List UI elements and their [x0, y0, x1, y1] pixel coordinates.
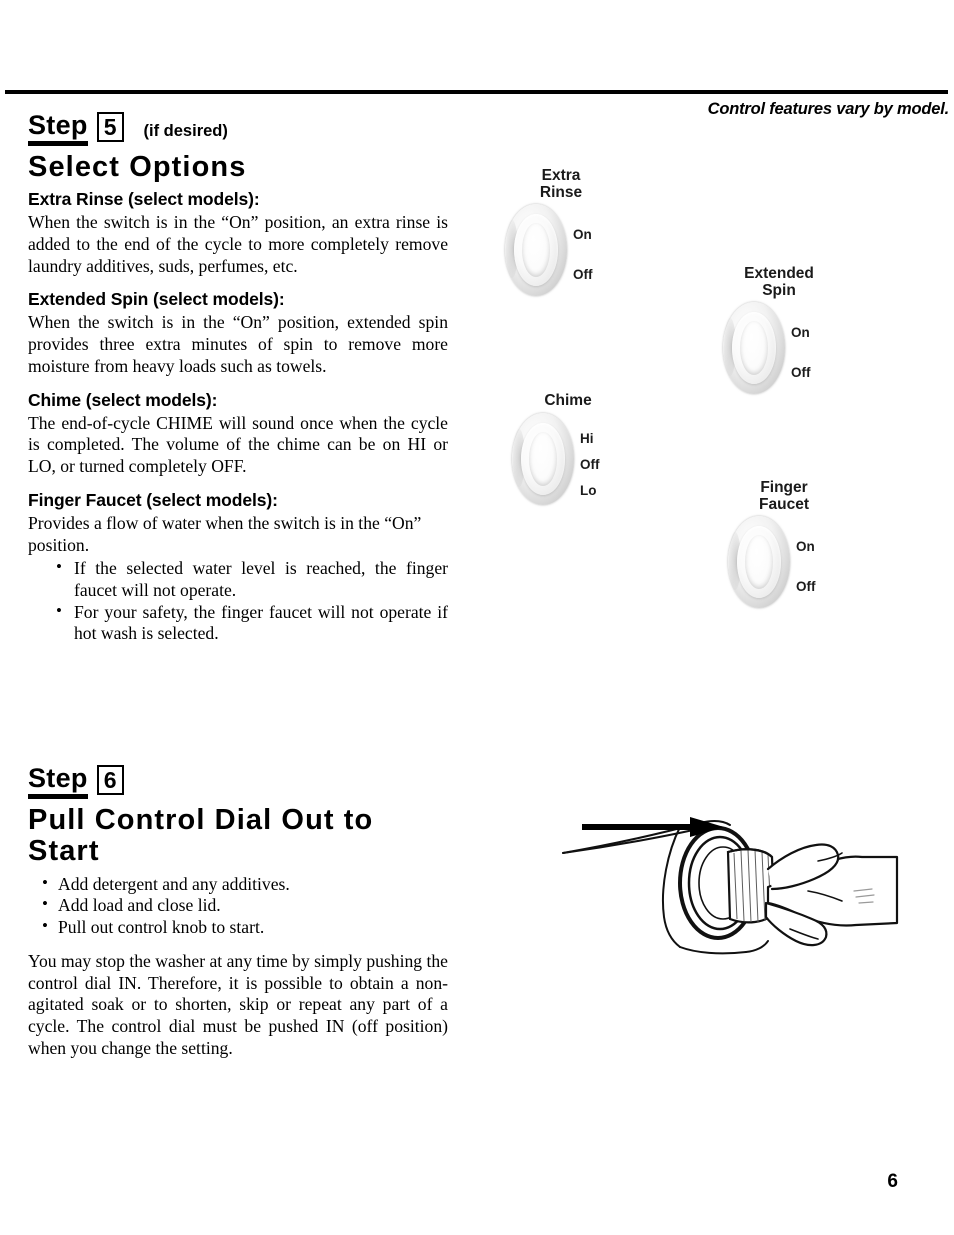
switch-positions-finger-faucet: On Off: [796, 516, 840, 608]
heading-extra-rinse: Extra Rinse (select models):: [28, 189, 260, 210]
step-5-column: Step 5 (if desired) Select Options Extra…: [28, 112, 448, 645]
step-6-word: Step: [28, 763, 88, 793]
switch-position-label: Off: [580, 456, 600, 472]
hand-outline: [764, 843, 899, 947]
switch-figure-extra-rinse: Extra Rinse On Off: [505, 167, 617, 297]
text-chime: The end-of-cycle CHIME will sound once w…: [28, 412, 448, 477]
step-6-badge: Step 6: [28, 765, 448, 799]
switch-positions-extra-rinse: On Off: [573, 204, 617, 296]
text-extended-spin: When the switch is in the “On” position,…: [28, 312, 448, 376]
rocker-switch-icon: [512, 412, 574, 505]
step-6-body: You may stop the washer at any time by s…: [28, 950, 448, 1058]
text-extra-rinse: When the switch is in the “On” position,…: [28, 212, 448, 276]
rocker-switch-icon: [505, 204, 567, 297]
text-finger-faucet: Provides a flow of water when the switch…: [28, 512, 422, 555]
step-5-badge: Step 5 (if desired): [28, 112, 448, 146]
switch-position-label: Off: [573, 267, 593, 283]
manual-page: Control features vary by model. Step 5 (…: [0, 0, 954, 1235]
switch-body-chime: Hi Off Lo: [512, 412, 624, 505]
heading-extended-spin: Extended Spin (select models):: [28, 289, 285, 310]
switch-caption-extra-rinse: Extra Rinse: [539, 167, 583, 201]
finger-faucet-bullet-list: If the selected water level is reached, …: [28, 557, 448, 645]
switch-body-extended-spin: On Off: [723, 302, 835, 395]
switch-position-label: Lo: [580, 482, 597, 498]
list-item: Add load and close lid.: [38, 894, 448, 917]
switch-position-label: Off: [796, 579, 816, 595]
step-6-column: Step 6 Pull Control Dial Out to Start Ad…: [28, 765, 448, 1061]
step-6-bullet-list: Add detergent and any additives. Add loa…: [28, 873, 448, 939]
switch-position-label: Off: [791, 365, 811, 381]
step-5-word-wrap: Step: [28, 112, 88, 146]
hand-dial-svg: [562, 817, 899, 955]
list-item: For your safety, the finger faucet will …: [52, 601, 448, 645]
rocker-switch-icon: [723, 302, 785, 395]
step-5-number: 5: [96, 112, 124, 142]
switch-figure-finger-faucet: Finger Faucet On Off: [728, 479, 840, 609]
switch-caption-finger-faucet: Finger Faucet: [759, 479, 809, 513]
step-5-suffix: (if desired): [143, 121, 228, 140]
step-6-underbar: [28, 794, 88, 799]
list-item: Pull out control knob to start.: [38, 916, 448, 939]
header-note: Control features vary by model.: [707, 100, 950, 118]
switch-position-label: Hi: [580, 430, 594, 446]
step-5-underbar: [28, 141, 88, 146]
switch-position-label: On: [573, 227, 592, 243]
header-rule: [5, 90, 948, 94]
switch-positions-chime: Hi Off Lo: [580, 413, 624, 505]
list-item: Add detergent and any additives.: [38, 873, 448, 896]
step-5-title: Select Options: [28, 151, 247, 183]
switch-position-label: On: [796, 539, 815, 555]
switch-body-extra-rinse: On Off: [505, 204, 617, 297]
switch-positions-extended-spin: On Off: [791, 302, 835, 394]
rocker-switch-icon: [728, 516, 790, 609]
step-6-word-wrap: Step: [28, 765, 88, 799]
switch-body-finger-faucet: On Off: [728, 516, 840, 609]
switch-figure-chime: Chime Hi Off Lo: [512, 392, 624, 505]
list-item: If the selected water level is reached, …: [52, 557, 448, 601]
hand-pulling-dial-illustration: [560, 795, 900, 955]
step-6-title: Pull Control Dial Out to Start: [28, 804, 374, 868]
switch-caption-extended-spin: Extended Spin: [744, 265, 814, 299]
step-5-word: Step: [28, 110, 88, 140]
switch-figure-extended-spin: Extended Spin On Off: [723, 265, 835, 395]
page-number: 6: [887, 1171, 898, 1192]
switch-caption-chime: Chime: [544, 392, 592, 409]
heading-finger-faucet: Finger Faucet (select models):: [28, 489, 278, 510]
switch-position-label: On: [791, 325, 810, 341]
step-6-number: 6: [96, 765, 124, 795]
heading-chime: Chime (select models):: [28, 389, 218, 410]
